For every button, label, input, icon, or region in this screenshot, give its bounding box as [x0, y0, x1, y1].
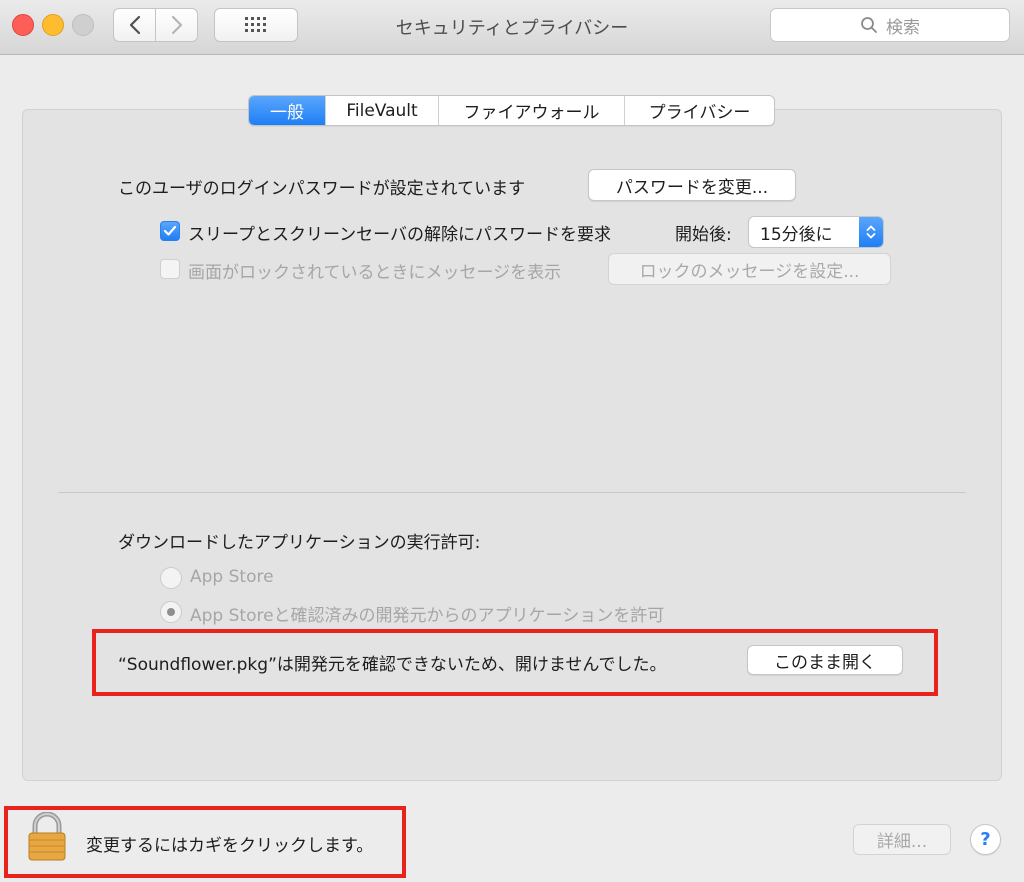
require-password-checkbox[interactable] [160, 221, 180, 241]
password-delay-select[interactable]: 15分後に [748, 216, 884, 248]
lock-icon[interactable] [26, 812, 68, 862]
login-password-status: このユーザのログインパスワードが設定されています [118, 179, 526, 199]
password-delay-value: 15分後に [760, 224, 833, 245]
forward-button[interactable] [155, 8, 198, 42]
section-divider [58, 492, 966, 493]
search-placeholder: 検索 [886, 17, 920, 38]
radio-app-store-label: App Store [190, 567, 274, 587]
help-icon: ? [980, 829, 991, 850]
tab-filevault[interactable]: FileVault [326, 96, 439, 125]
lock-message-checkbox[interactable] [160, 259, 180, 279]
close-window-button[interactable] [12, 14, 34, 36]
tab-firewall[interactable]: ファイアウォール [439, 96, 625, 125]
lock-message-label: 画面がロックされているときにメッセージを表示 [188, 263, 562, 283]
show-all-button[interactable] [214, 8, 298, 42]
window-title: セキュリティとプライバシー [395, 18, 629, 39]
tab-bar: 一般 FileVault ファイアウォール プライバシー [248, 95, 775, 126]
delay-label: 開始後: [675, 225, 732, 245]
downloads-heading: ダウンロードしたアプリケーションの実行許可: [118, 533, 481, 553]
require-password-label: スリープとスクリーンセーバの解除にパスワードを要求 [188, 225, 611, 245]
set-lock-message-button[interactable]: ロックのメッセージを設定... [608, 253, 891, 285]
radio-selected-dot [167, 608, 175, 616]
back-button[interactable] [113, 8, 156, 42]
tab-general[interactable]: 一般 [249, 96, 326, 125]
chevron-right-icon [171, 15, 182, 35]
blocked-app-message: “Soundflower.pkg”は開発元を確認できないため、開けませんでした。 [118, 655, 667, 675]
updown-chevron-icon [859, 217, 883, 247]
checkmark-icon [163, 225, 177, 236]
lock-instruction: 変更するにはカギをクリックします。 [86, 836, 374, 856]
help-button[interactable]: ? [970, 824, 1001, 855]
radio-app-store-and-identified-label: App Storeと確認済みの開発元からのアプリケーションを許可 [190, 606, 665, 626]
title-bar: セキュリティとプライバシー 検索 [0, 0, 1024, 55]
chevron-left-icon [129, 15, 140, 35]
search-field[interactable]: 検索 [770, 8, 1010, 42]
minimize-window-button[interactable] [42, 14, 64, 36]
zoom-window-button[interactable] [72, 14, 94, 36]
radio-app-store-and-identified[interactable] [160, 601, 182, 623]
grid-icon [245, 17, 266, 32]
tab-privacy[interactable]: プライバシー [625, 96, 774, 125]
advanced-button[interactable]: 詳細... [853, 824, 951, 855]
radio-app-store[interactable] [160, 567, 182, 589]
search-icon [861, 17, 877, 33]
open-anyway-button[interactable]: このまま開く [747, 645, 903, 675]
change-password-button[interactable]: パスワードを変更... [588, 169, 796, 201]
